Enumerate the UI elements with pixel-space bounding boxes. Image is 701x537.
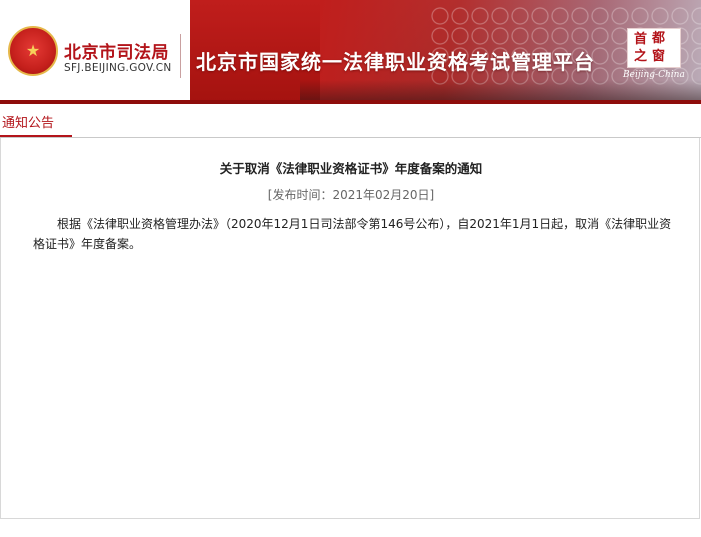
org-name[interactable]: 北京市司法局	[64, 38, 169, 63]
org-domain: SFJ.BEIJING.GOV.CN	[64, 62, 172, 74]
tab-notices[interactable]: 通知公告	[0, 112, 72, 137]
seal-caption: Beijing-China	[623, 70, 685, 80]
notice-content-panel: 关于取消《法律职业资格证书》年度备案的通知 [发布时间：2021年02月20日]…	[0, 138, 700, 519]
seal-char: 之	[634, 49, 648, 64]
seal-char: 首	[634, 32, 648, 47]
notice-tabbar: 通知公告	[0, 104, 701, 138]
seal-char: 窗	[652, 49, 666, 64]
star-icon: ★	[25, 41, 41, 60]
notice-body: 根据《法律职业资格管理办法》（2020年12月1日司法部令第146号公布），自2…	[33, 217, 672, 251]
publish-time: [发布时间：2021年02月20日]	[267, 188, 435, 202]
header-banner: ★ 北京市司法局 SFJ.BEIJING.GOV.CN 北京市国家统一法律职业资…	[0, 0, 701, 104]
notice-title: 关于取消《法律职业资格证书》年度备案的通知	[219, 161, 483, 176]
platform-title: 北京市国家统一法律职业资格考试管理平台	[196, 50, 595, 74]
header-divider	[180, 34, 181, 78]
seal-char: 都	[652, 31, 666, 46]
capital-window-logo[interactable]: 首 都 之 窗	[627, 28, 681, 68]
national-emblem-icon[interactable]: ★	[8, 26, 58, 76]
